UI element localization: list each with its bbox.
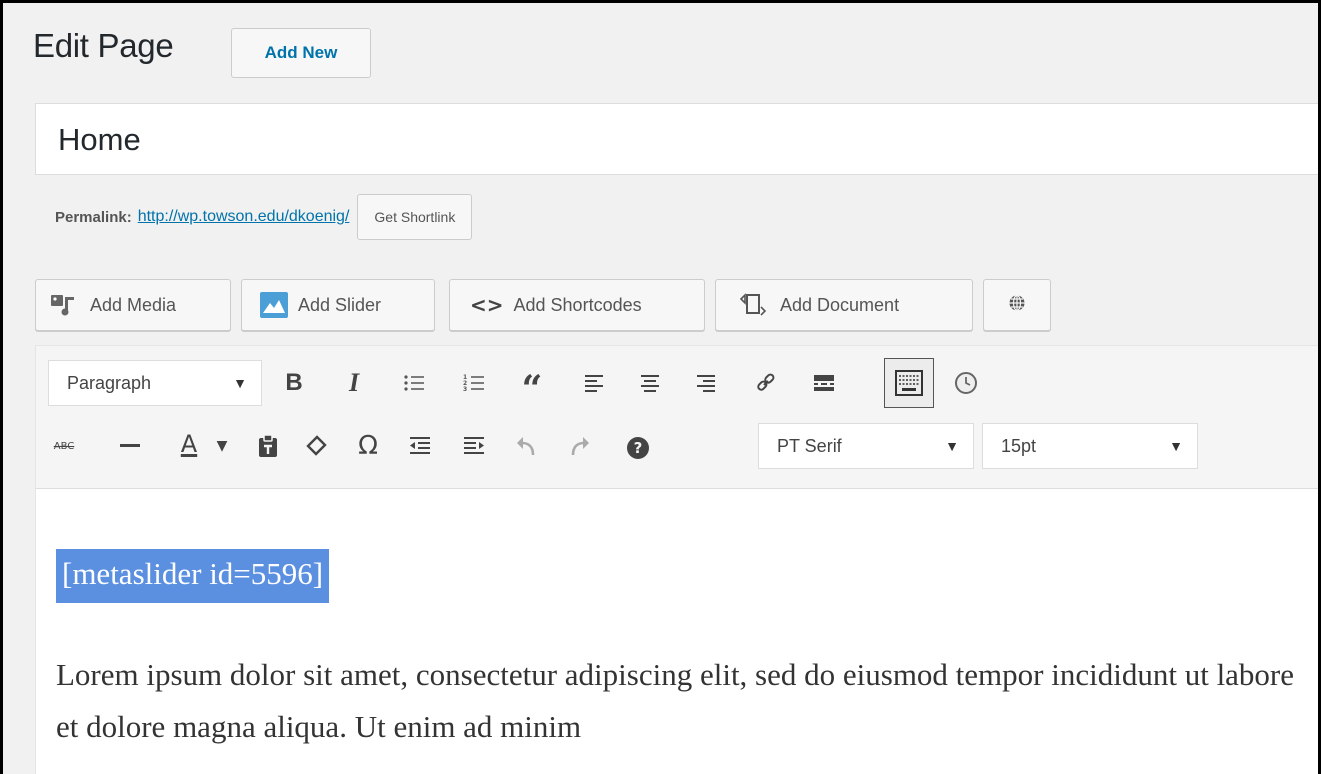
add-shortcodes-button[interactable]: <> Add Shortcodes xyxy=(449,279,705,331)
redo-icon[interactable] xyxy=(562,426,598,466)
code-brackets-icon: <> xyxy=(470,293,504,317)
add-media-icon xyxy=(50,293,80,317)
align-center-icon[interactable] xyxy=(632,363,668,403)
metaslider-icon xyxy=(260,292,288,318)
indent-icon[interactable] xyxy=(456,426,492,466)
italic-icon[interactable]: I xyxy=(336,363,372,403)
horizontal-line-icon[interactable] xyxy=(112,426,148,466)
chevron-down-icon: ▼ xyxy=(233,375,247,391)
format-select[interactable]: Paragraph ▼ xyxy=(48,360,262,406)
clock-icon[interactable] xyxy=(948,363,984,403)
bold-icon[interactable]: B xyxy=(276,363,312,403)
paste-text-icon[interactable] xyxy=(250,426,286,466)
format-select-value: Paragraph xyxy=(67,372,152,393)
undo-icon[interactable] xyxy=(508,426,544,466)
globe-icon xyxy=(1008,294,1026,317)
add-document-label: Add Document xyxy=(780,294,900,315)
font-size-select[interactable]: 15pt ▼ xyxy=(982,423,1198,469)
page-title-input[interactable]: Home xyxy=(35,103,1318,175)
globe-button[interactable] xyxy=(983,279,1051,331)
read-more-icon[interactable] xyxy=(806,363,842,403)
strikethrough-icon[interactable]: ABC xyxy=(46,426,82,466)
add-media-label: Add Media xyxy=(90,294,177,315)
edit-page-screen: Edit Page Add New Home Permalink: http:/… xyxy=(0,0,1321,774)
font-size-value: 15pt xyxy=(1001,435,1037,456)
clear-formatting-icon[interactable] xyxy=(298,426,334,466)
add-slider-label: Add Slider xyxy=(298,294,382,315)
text-color-caret-icon[interactable]: ▼ xyxy=(204,426,240,466)
special-character-icon[interactable]: Ω xyxy=(350,426,386,466)
chevron-down-icon: ▼ xyxy=(945,438,959,454)
add-slider-button[interactable]: Add Slider xyxy=(241,279,435,331)
outdent-icon[interactable] xyxy=(402,426,438,466)
font-family-value: PT Serif xyxy=(777,435,842,456)
permalink-label: Permalink: xyxy=(55,208,132,226)
metaslider-shortcode[interactable]: [metaslider id=5596] xyxy=(56,549,330,603)
editor-toolbar: Paragraph ▼ B I 123 “ ABC A ▼ Ω ? PT Ser… xyxy=(35,345,1318,489)
editor-content[interactable]: [metaslider id=5596] Lorem ipsum dolor s… xyxy=(35,489,1318,774)
page-title: Edit Page xyxy=(33,27,174,64)
svg-text:3: 3 xyxy=(463,386,467,393)
add-media-button[interactable]: Add Media xyxy=(35,279,231,331)
get-shortlink-button[interactable]: Get Shortlink xyxy=(357,194,473,240)
align-left-icon[interactable] xyxy=(576,363,612,403)
toolbar-toggle-icon[interactable] xyxy=(884,358,934,408)
blockquote-icon[interactable]: “ xyxy=(514,363,550,410)
align-right-icon[interactable] xyxy=(688,363,724,403)
body-paragraph[interactable]: Lorem ipsum dolor sit amet, consectetur … xyxy=(56,649,1296,753)
help-icon[interactable]: ? xyxy=(620,428,656,468)
permalink-link[interactable]: http://wp.towson.edu/dkoenig/ xyxy=(138,208,350,226)
permalink-row: Permalink: http://wp.towson.edu/dkoenig/… xyxy=(55,194,473,240)
add-document-button[interactable]: Add Document xyxy=(715,279,973,331)
text-color-icon[interactable]: A xyxy=(171,424,207,464)
font-family-select[interactable]: PT Serif ▼ xyxy=(758,423,974,469)
document-icon xyxy=(738,293,770,317)
add-new-button[interactable]: Add New xyxy=(231,28,371,78)
link-icon[interactable] xyxy=(748,363,784,403)
bullet-list-icon[interactable] xyxy=(396,363,432,403)
add-shortcodes-label: Add Shortcodes xyxy=(513,294,642,315)
help-glyph: ? xyxy=(627,437,649,459)
numbered-list-icon[interactable]: 123 xyxy=(456,363,492,403)
chevron-down-icon: ▼ xyxy=(1169,438,1183,454)
